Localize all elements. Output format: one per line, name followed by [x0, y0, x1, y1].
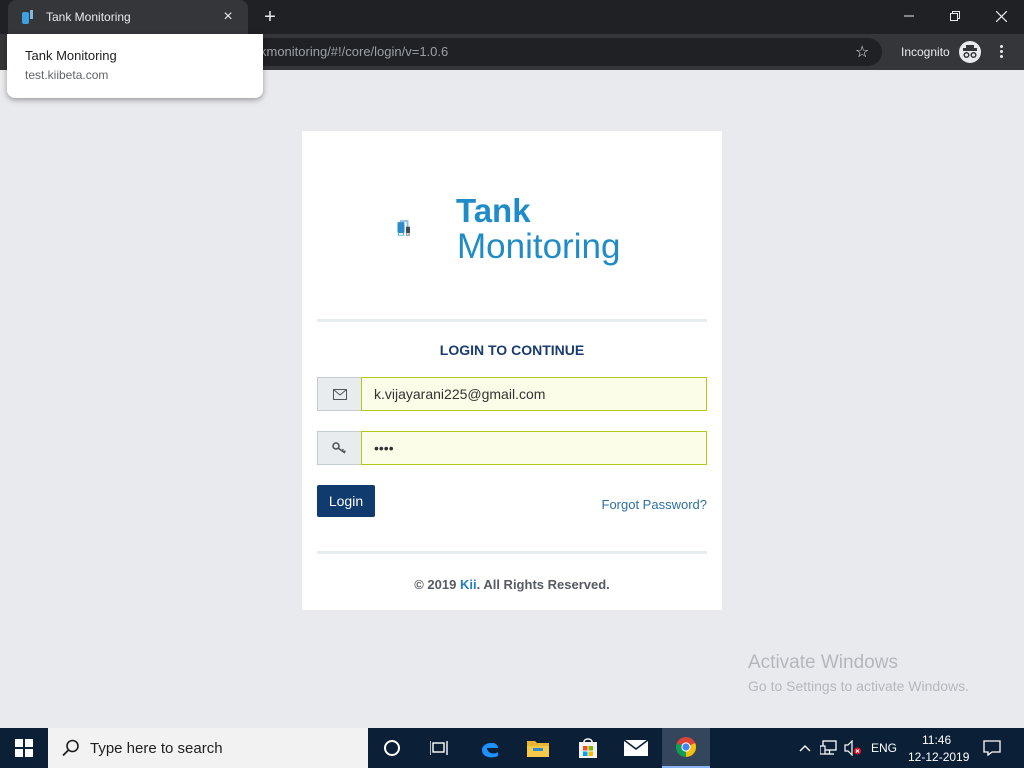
clock-date[interactable]: 12-12-2019 [908, 750, 969, 764]
tray-chevron-up-icon[interactable] [795, 728, 815, 768]
email-field[interactable] [361, 377, 707, 411]
copyright-footer: © 2019 Kii. All Rights Reserved. [302, 577, 722, 592]
close-window-icon[interactable] [978, 0, 1024, 32]
address-bar-url[interactable]: kmonitoring/#!/core/login/v=1.0.6 [260, 44, 448, 59]
tab-hover-card: Tank Monitoring test.kiibeta.com [7, 34, 263, 98]
forgot-password-link[interactable]: Forgot Password? [602, 497, 708, 512]
tab-hover-url: test.kiibeta.com [25, 68, 109, 82]
search-placeholder: Type here to search [90, 739, 223, 757]
top-divider [317, 319, 707, 322]
chrome-taskbar-icon[interactable] [662, 728, 710, 768]
tab-title: Tank Monitoring [46, 10, 131, 24]
network-icon[interactable] [817, 728, 841, 768]
taskbar-search-box[interactable]: Type here to search [48, 728, 368, 768]
browser-menu-icon[interactable] [996, 43, 1006, 63]
mail-icon[interactable] [612, 728, 660, 768]
start-windows-icon[interactable] [0, 728, 48, 768]
copyright-brand-link[interactable]: Kii [460, 577, 477, 592]
login-heading: LOGIN TO CONTINUE [439, 342, 585, 358]
envelope-icon [317, 377, 361, 411]
key-icon [317, 431, 361, 465]
minimize-icon[interactable] [886, 0, 932, 32]
clock-time[interactable]: 11:46 [922, 733, 951, 747]
tab-close-icon[interactable]: × [220, 8, 236, 26]
task-view-icon[interactable] [416, 728, 464, 768]
notifications-icon[interactable] [978, 728, 1006, 768]
login-card: Tank Monitoring LOGIN TO CONTINUE Login … [302, 131, 722, 610]
activate-windows-subtitle: Go to Settings to activate Windows. [748, 678, 969, 694]
copyright-prefix: © 2019 [414, 577, 460, 592]
logo-text-tank: Tank [456, 192, 531, 229]
volume-muted-icon[interactable] [841, 728, 865, 768]
tank-logo-icon [397, 220, 410, 236]
search-icon [62, 739, 79, 757]
incognito-icon[interactable] [959, 41, 981, 63]
incognito-label[interactable]: Incognito [901, 45, 950, 59]
activate-windows-watermark: Activate Windows Go to Settings to activ… [748, 652, 969, 694]
restore-icon[interactable] [932, 0, 978, 32]
logo-text-monitoring: Monitoring [457, 227, 621, 266]
email-input-group [317, 377, 707, 411]
windows-taskbar: Type here to search ENG 11:46 12-12-2019 [0, 728, 1024, 768]
bottom-divider [317, 551, 707, 554]
copyright-suffix: . All Rights Reserved. [476, 577, 610, 592]
tab-hover-title: Tank Monitoring [25, 48, 117, 63]
activate-windows-title: Activate Windows [748, 652, 898, 673]
tank-favicon-icon [20, 9, 36, 25]
store-icon[interactable] [564, 728, 612, 768]
login-button[interactable]: Login [317, 485, 375, 517]
edge-browser-icon[interactable] [466, 728, 514, 768]
password-field[interactable] [361, 431, 707, 465]
cortana-icon[interactable] [368, 728, 416, 768]
new-tab-button[interactable]: + [260, 5, 280, 29]
browser-tab[interactable]: Tank Monitoring × [8, 0, 248, 34]
password-input-group [317, 431, 707, 465]
bookmark-star-icon[interactable]: ☆ [855, 42, 869, 62]
browser-tab-bar: Tank Monitoring × + [0, 0, 1024, 34]
input-language[interactable]: ENG [871, 741, 897, 755]
file-explorer-icon[interactable] [514, 728, 562, 768]
